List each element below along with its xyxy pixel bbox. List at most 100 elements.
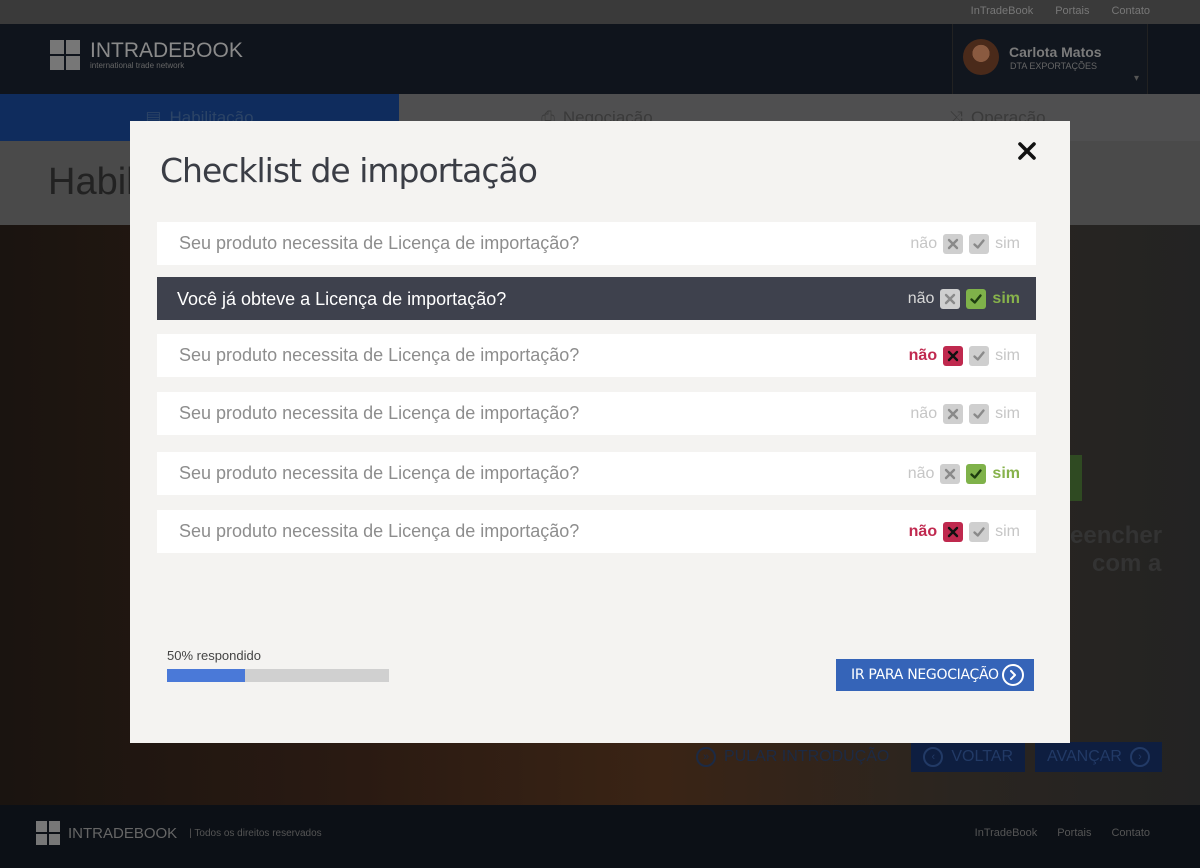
header: INTRADEBOOK international trade network … <box>0 24 1200 94</box>
footer-logo[interactable]: INTRADEBOOK | Todos os direitos reservad… <box>36 821 322 845</box>
yes-label[interactable]: sim <box>995 235 1020 253</box>
progress-bar <box>167 669 389 682</box>
answer-group: não sim <box>908 277 1020 320</box>
close-icon[interactable] <box>1014 138 1040 164</box>
logo[interactable]: INTRADEBOOK international trade network <box>50 40 243 70</box>
x-icon <box>943 292 957 306</box>
logo-mark-icon <box>50 40 80 70</box>
question-text: Seu produto necessita de Licença de impo… <box>179 521 580 541</box>
x-icon <box>946 407 960 421</box>
question-row: Seu produto necessita de Licença de impo… <box>157 392 1036 435</box>
yes-label[interactable]: sim <box>992 465 1020 483</box>
brand-name: INTRADEBOOK <box>90 38 243 62</box>
go-to-negotiation-button[interactable]: IR PARA NEGOCIAÇÃO <box>836 659 1034 691</box>
progress-label: 50% respondido <box>167 648 261 663</box>
chevron-down-icon: ▾ <box>1133 73 1139 84</box>
chevron-right-icon: › <box>1129 747 1150 767</box>
yes-checkbox[interactable] <box>969 521 990 542</box>
check-icon <box>969 467 983 481</box>
no-checkbox[interactable] <box>943 345 964 366</box>
question-text: Seu produto necessita de Licença de impo… <box>179 345 580 365</box>
question-row: Seu produto necessita de Licença de impo… <box>157 510 1036 553</box>
check-icon <box>972 407 986 421</box>
footer-rights: | Todos os direitos reservados <box>189 827 322 839</box>
background-text-line: eencher <box>1070 522 1163 549</box>
no-label[interactable]: não <box>909 523 937 541</box>
top-link-contato[interactable]: Contato <box>1111 5 1150 17</box>
x-icon <box>946 349 960 363</box>
no-checkbox[interactable] <box>943 233 964 254</box>
question-text: Seu produto necessita de Licença de impo… <box>179 463 580 483</box>
footer-brand: INTRADEBOOK <box>68 824 178 842</box>
yes-checkbox[interactable] <box>969 233 990 254</box>
no-label[interactable]: não <box>910 235 937 253</box>
intro-controls: » PULAR INTRODUÇÃO ‹ VOLTAR AVANÇAR › <box>684 742 1162 772</box>
no-label[interactable]: não <box>908 465 935 483</box>
question-text: Seu produto necessita de Licença de impo… <box>179 233 580 253</box>
check-icon <box>972 349 986 363</box>
top-links: InTradeBook Portais Contato <box>971 5 1150 17</box>
question-text: Você já obteve a Licença de importação? <box>177 289 507 309</box>
question-text: Seu produto necessita de Licença de impo… <box>179 403 580 423</box>
yes-label[interactable]: sim <box>995 523 1020 541</box>
footer-link-portais[interactable]: Portais <box>1057 827 1091 839</box>
background-accent <box>1068 455 1082 501</box>
top-bar: InTradeBook Portais Contato <box>0 0 1200 24</box>
no-checkbox[interactable] <box>943 403 964 424</box>
skip-intro-label: PULAR INTRODUÇÃO <box>724 748 890 765</box>
yes-label[interactable]: sim <box>992 290 1020 308</box>
chevron-right-icon <box>1002 664 1024 686</box>
go-to-negotiation-label: IR PARA NEGOCIAÇÃO <box>851 667 999 683</box>
footer-links: InTradeBook Portais Contato <box>975 827 1150 839</box>
answer-group: não sim <box>909 510 1020 553</box>
top-link-portais[interactable]: Portais <box>1055 5 1089 17</box>
forward-button[interactable]: AVANÇAR › <box>1035 742 1162 772</box>
page-title: Habili <box>48 161 144 203</box>
no-label[interactable]: não <box>908 290 935 308</box>
background-text-line: com a <box>1092 550 1162 577</box>
no-checkbox[interactable] <box>940 463 961 484</box>
x-icon <box>943 467 957 481</box>
back-button[interactable]: ‹ VOLTAR <box>911 742 1025 772</box>
no-checkbox[interactable] <box>943 521 964 542</box>
check-icon <box>969 292 983 306</box>
no-label[interactable]: não <box>910 405 937 423</box>
answer-group: não sim <box>910 392 1020 435</box>
answer-group: não sim <box>909 334 1020 377</box>
yes-checkbox[interactable] <box>966 288 987 309</box>
question-row: Seu produto necessita de Licença de impo… <box>157 334 1036 377</box>
no-checkbox[interactable] <box>940 288 961 309</box>
logo-mark-icon <box>36 821 60 845</box>
x-icon <box>946 525 960 539</box>
question-row: Você já obteve a Licença de importação? n… <box>157 277 1036 320</box>
checklist-modal: Checklist de importação Seu produto nece… <box>130 121 1070 743</box>
yes-label[interactable]: sim <box>995 405 1020 423</box>
forward-label: AVANÇAR <box>1047 748 1122 765</box>
background-text: eencher com a <box>1070 522 1162 578</box>
check-icon <box>972 525 986 539</box>
user-name: Carlota Matos <box>1009 44 1102 60</box>
no-label[interactable]: não <box>909 347 937 365</box>
yes-checkbox[interactable] <box>969 345 990 366</box>
answer-group: não sim <box>908 452 1020 495</box>
question-row: Seu produto necessita de Licença de impo… <box>157 452 1036 495</box>
yes-checkbox[interactable] <box>966 463 987 484</box>
progress-fill <box>167 669 245 682</box>
user-menu[interactable]: Carlota Matos DTA EXPORTAÇÕES ▾ <box>952 24 1148 94</box>
footer-link-contato[interactable]: Contato <box>1111 827 1150 839</box>
chevron-left-icon: ‹ <box>923 747 944 767</box>
avatar <box>963 39 999 75</box>
yes-checkbox[interactable] <box>969 403 990 424</box>
brand-tagline: international trade network <box>90 60 185 70</box>
footer: INTRADEBOOK | Todos os direitos reservad… <box>0 805 1200 868</box>
question-row: Seu produto necessita de Licença de impo… <box>157 222 1036 265</box>
yes-label[interactable]: sim <box>995 347 1020 365</box>
double-chevron-right-icon: » <box>696 747 716 767</box>
footer-link-intradebook[interactable]: InTradeBook <box>975 827 1038 839</box>
back-label: VOLTAR <box>951 748 1013 765</box>
skip-intro-button[interactable]: » PULAR INTRODUÇÃO <box>684 742 901 772</box>
answer-group: não sim <box>910 222 1020 265</box>
top-link-intradebook[interactable]: InTradeBook <box>971 5 1034 17</box>
x-icon <box>946 237 960 251</box>
user-role: DTA EXPORTAÇÕES <box>1010 61 1098 71</box>
